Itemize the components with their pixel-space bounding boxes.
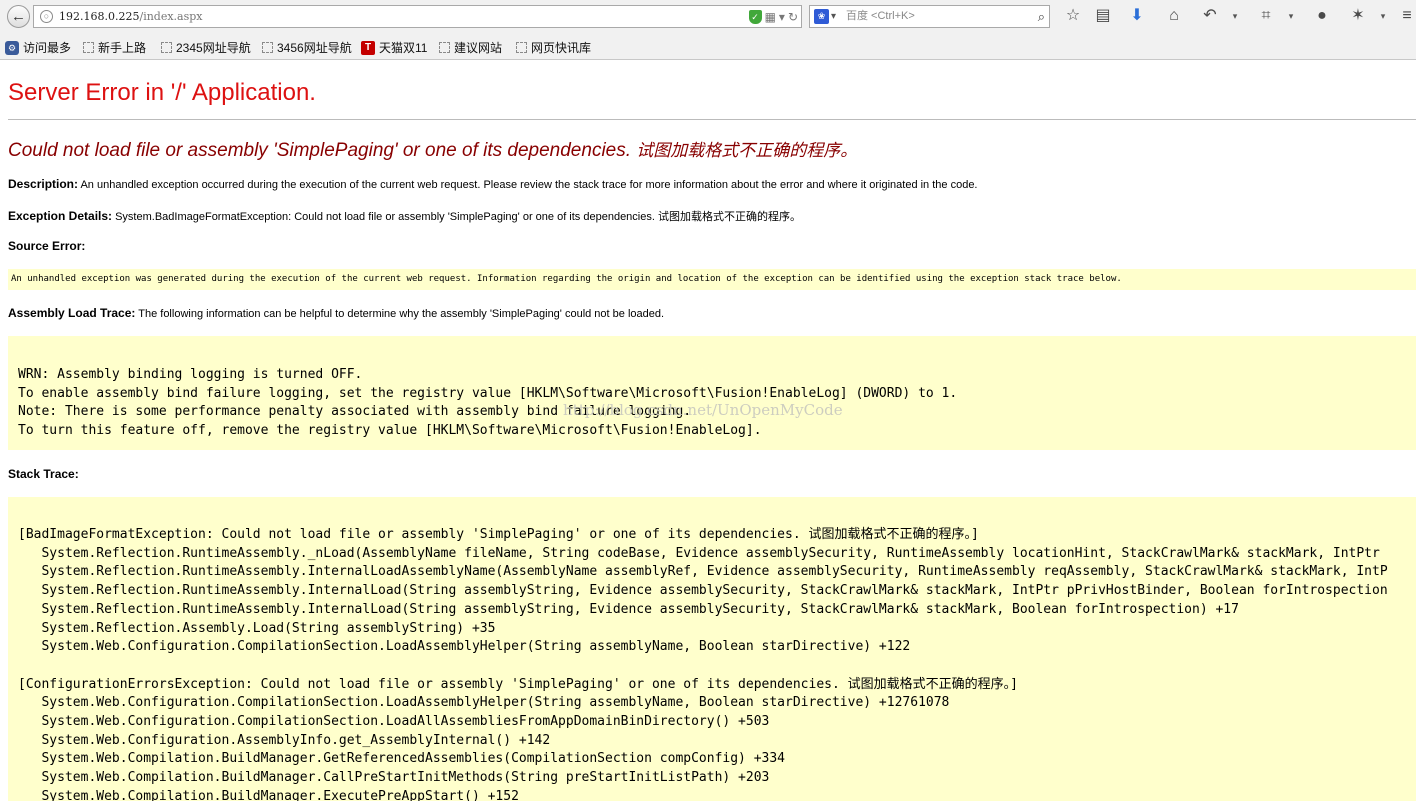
bookmark-label: 天猫双11 [379, 41, 428, 55]
page-content: Server Error in '/' Application. Could n… [0, 60, 1416, 801]
source-error-heading: Source Error: [8, 239, 85, 253]
bookmark-item[interactable]: T 天猫双11 [361, 35, 427, 60]
error-heading-text: Could not load file or assembly 'SimpleP… [8, 140, 632, 161]
back-button[interactable]: ← [7, 5, 30, 28]
assembly-text: The following information can be helpful… [138, 308, 665, 320]
shield-icon[interactable]: ✓ [748, 9, 762, 24]
bookmark-label: 2345网址导航 [176, 41, 251, 55]
tmall-icon: T [361, 40, 375, 55]
address-bar-icons: ✓ ▦ ▾ ↻ [748, 8, 798, 25]
divider [8, 119, 1416, 120]
page-icon [83, 42, 94, 53]
source-error-text: An unhandled exception was generated dur… [11, 274, 1122, 284]
chat-icon[interactable]: ● [1311, 4, 1333, 28]
bookmark-item[interactable]: ⚙ 访问最多 [5, 35, 71, 60]
bookmark-item[interactable]: 网页快讯库 [516, 35, 591, 60]
bookmark-label: 3456网址导航 [277, 41, 352, 55]
bookmark-item[interactable]: 新手上路 [83, 35, 146, 60]
bookmark-item[interactable]: 建议网站 [439, 35, 502, 60]
exception-details: Exception Details: System.BadImageFormat… [8, 208, 801, 224]
undo-icon[interactable]: ↶ [1199, 4, 1221, 28]
assembly-load-trace: Assembly Load Trace: The following infor… [8, 306, 664, 320]
page-icon [516, 42, 527, 53]
page-icon [439, 42, 450, 53]
crop-screenshot-icon[interactable]: ⌗ [1255, 4, 1277, 28]
reload-icon[interactable]: ↻ [788, 10, 798, 24]
most-visited-icon: ⚙ [5, 40, 19, 55]
extension-icon[interactable]: ✶ [1347, 4, 1369, 28]
error-heading: Could not load file or assembly 'SimpleP… [8, 136, 857, 162]
globe-icon: ○ [40, 10, 53, 23]
download-icon[interactable]: ⬇ [1126, 4, 1148, 28]
description-label: Description: [8, 177, 79, 191]
description: Description: An unhandled exception occu… [8, 177, 978, 191]
error-heading-cn: 试图加载格式不正确的程序。 [636, 141, 858, 160]
page-icon [262, 42, 273, 53]
undo-dropdown-icon[interactable]: ▾ [1230, 4, 1240, 28]
browser-toolbar: ← ○ 192.168.0.225/index.aspx ✓ ▦ ▾ ↻ ❀ ▾… [0, 0, 1416, 35]
stack-trace-text: [BadImageFormatException: Could not load… [18, 527, 1388, 801]
url-path: /index.aspx [139, 10, 203, 23]
bookmark-label: 网页快讯库 [531, 41, 592, 55]
home-icon[interactable]: ⌂ [1163, 4, 1185, 28]
menu-icon[interactable]: ≡ [1396, 4, 1416, 28]
stack-label: Stack Trace: [8, 467, 79, 481]
watermark: http://blog.csdn.net/UnOpenMyCode [563, 401, 843, 419]
stack-trace-heading: Stack Trace: [8, 467, 79, 481]
search-input[interactable]: 百度 <Ctrl+K> [846, 6, 915, 27]
assembly-label: Assembly Load Trace: [8, 306, 136, 320]
source-label: Source Error: [8, 239, 86, 253]
url-text[interactable]: 192.168.0.225/index.aspx [59, 6, 203, 27]
engine-dropdown-icon[interactable]: ▾ [831, 7, 836, 26]
bookmark-label: 新手上路 [98, 41, 147, 55]
bookmark-label: 访问最多 [23, 41, 72, 55]
exception-text: System.BadImageFormatException: Could no… [115, 211, 801, 223]
source-error-panel: An unhandled exception was generated dur… [8, 269, 1416, 290]
description-text: An unhandled exception occurred during t… [80, 179, 978, 191]
bookmarks-bar: ⚙ 访问最多 新手上路 2345网址导航 3456网址导航 T 天猫双11 建议网站… [0, 35, 1416, 60]
search-go-icon[interactable]: ⌕ [1038, 6, 1045, 27]
bookmark-item[interactable]: 3456网址导航 [262, 35, 352, 60]
extension-dropdown-icon[interactable]: ▾ [1378, 4, 1388, 28]
baidu-paw-icon[interactable]: ❀ [814, 9, 829, 24]
stack-trace-panel: [BadImageFormatException: Could not load… [8, 497, 1416, 801]
back-arrow-icon: ← [11, 8, 26, 25]
address-bar[interactable]: ○ 192.168.0.225/index.aspx ✓ ▦ ▾ ↻ [33, 5, 802, 28]
page-icon [161, 42, 172, 53]
assembly-trace-panel: WRN: Assembly binding logging is turned … [8, 336, 1416, 450]
url-host: 192.168.0.225 [59, 10, 140, 23]
exception-label: Exception Details: [8, 209, 113, 223]
bookmark-item[interactable]: 2345网址导航 [161, 35, 251, 60]
bookmark-label: 建议网站 [454, 41, 503, 55]
qr-code-icon[interactable]: ▦ [765, 10, 776, 24]
search-bar[interactable]: ❀ ▾ 百度 <Ctrl+K> ⌕ [809, 5, 1050, 28]
bookmark-star-icon[interactable]: ☆ [1062, 4, 1084, 28]
screenshot-dropdown-icon[interactable]: ▾ [1286, 4, 1296, 28]
dropdown-icon[interactable]: ▾ [779, 10, 785, 24]
page-title: Server Error in '/' Application. [8, 79, 316, 106]
reading-list-icon[interactable]: ▤ [1092, 4, 1114, 28]
